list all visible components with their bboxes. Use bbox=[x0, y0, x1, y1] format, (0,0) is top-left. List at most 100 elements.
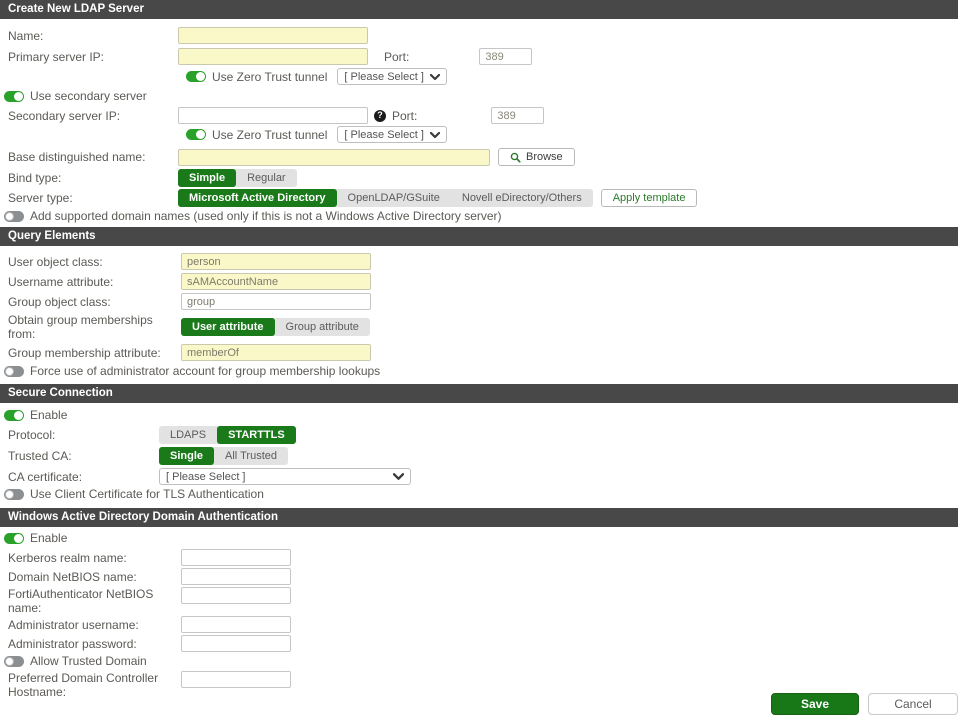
bind-type-label: Bind type: bbox=[8, 171, 62, 185]
bind-type-simple-button[interactable]: Simple bbox=[178, 169, 237, 187]
admin-password-input[interactable] bbox=[181, 635, 291, 652]
toggle-knob bbox=[5, 656, 14, 666]
secondary-server-ip-label: Secondary server IP: bbox=[8, 108, 121, 123]
allow-trusted-domain-label: Allow Trusted Domain bbox=[30, 654, 147, 668]
toggle-knob bbox=[14, 91, 23, 101]
name-label: Name: bbox=[8, 28, 44, 43]
trusted-ca-label: Trusted CA: bbox=[8, 449, 72, 463]
protocol-segment: LDAPS STARTTLS bbox=[159, 426, 296, 444]
admin-username-input[interactable] bbox=[181, 616, 291, 633]
secondary-port-input[interactable] bbox=[491, 107, 545, 124]
primary-zero-trust-label: Use Zero Trust tunnel bbox=[212, 69, 328, 84]
search-icon bbox=[510, 152, 521, 163]
force-admin-toggle[interactable] bbox=[4, 365, 24, 377]
obtain-user-attribute-button[interactable]: User attribute bbox=[181, 318, 275, 336]
add-domains-label: Add supported domain names (used only if… bbox=[30, 209, 502, 223]
primary-zero-trust-select-value: [ Please Select ] bbox=[344, 70, 424, 83]
protocol-label: Protocol: bbox=[8, 428, 56, 442]
chevron-down-icon bbox=[429, 131, 440, 139]
group-object-class-label: Group object class: bbox=[8, 294, 111, 309]
toggle-knob bbox=[196, 130, 205, 139]
user-object-class-input[interactable] bbox=[181, 253, 371, 270]
use-secondary-server-label: Use secondary server bbox=[30, 89, 147, 103]
group-object-class-input[interactable] bbox=[181, 293, 371, 310]
obtain-memberships-label: Obtain group memberships from: bbox=[8, 313, 153, 341]
apply-template-label: Apply template bbox=[612, 192, 686, 204]
use-secondary-server-toggle[interactable] bbox=[4, 90, 24, 102]
ca-certificate-select[interactable]: [ Please Select ] bbox=[159, 468, 411, 485]
group-membership-attr-input[interactable] bbox=[181, 344, 371, 361]
client-cert-toggle[interactable] bbox=[4, 488, 24, 500]
chevron-down-icon bbox=[429, 73, 440, 81]
server-type-label: Server type: bbox=[8, 191, 73, 205]
add-domains-toggle[interactable] bbox=[4, 210, 24, 222]
name-input[interactable] bbox=[178, 27, 368, 44]
secure-enable-label: Enable bbox=[30, 408, 68, 422]
bind-type-segment: Simple Regular bbox=[178, 169, 297, 187]
obtain-memberships-segment: User attribute Group attribute bbox=[181, 318, 370, 336]
base-dn-label: Base distinguished name: bbox=[8, 150, 146, 164]
save-button[interactable]: Save bbox=[771, 693, 859, 715]
username-attribute-label: Username attribute: bbox=[8, 274, 114, 289]
toggle-knob bbox=[14, 533, 23, 543]
user-object-class-label: User object class: bbox=[8, 254, 103, 269]
toggle-knob bbox=[5, 489, 14, 499]
server-type-novell-button[interactable]: Novell eDirectory/Others bbox=[451, 189, 593, 207]
secondary-port-label: Port: bbox=[392, 108, 418, 123]
trusted-ca-all-button[interactable]: All Trusted bbox=[214, 447, 288, 465]
secure-connection-header: Secure Connection bbox=[0, 384, 958, 403]
winad-header: Windows Active Directory Domain Authenti… bbox=[0, 508, 958, 527]
username-attribute-input[interactable] bbox=[181, 273, 371, 290]
help-icon[interactable]: ? bbox=[374, 109, 386, 122]
primary-zero-trust-toggle[interactable] bbox=[186, 71, 206, 82]
toggle-knob bbox=[14, 410, 23, 420]
ca-certificate-label: CA certificate: bbox=[8, 469, 83, 484]
domain-netbios-label: Domain NetBIOS name: bbox=[8, 569, 137, 584]
cancel-button[interactable]: Cancel bbox=[868, 693, 958, 715]
base-dn-input[interactable] bbox=[178, 148, 490, 166]
secondary-server-ip-input[interactable] bbox=[178, 107, 368, 124]
primary-port-input[interactable] bbox=[479, 48, 533, 65]
bind-type-regular-button[interactable]: Regular bbox=[236, 169, 297, 187]
winad-enable-toggle[interactable] bbox=[4, 532, 24, 544]
secondary-zero-trust-select[interactable]: [ Please Select ] bbox=[337, 126, 447, 143]
secondary-zero-trust-toggle[interactable] bbox=[186, 129, 206, 140]
trusted-ca-single-button[interactable]: Single bbox=[159, 447, 215, 465]
kerberos-realm-label: Kerberos realm name: bbox=[8, 550, 127, 565]
winad-enable-label: Enable bbox=[30, 531, 68, 545]
chevron-down-icon bbox=[393, 472, 404, 481]
allow-trusted-domain-toggle[interactable] bbox=[4, 655, 24, 667]
preferred-dc-input[interactable] bbox=[181, 671, 291, 688]
secure-enable-toggle[interactable] bbox=[4, 409, 24, 421]
trusted-ca-segment: Single All Trusted bbox=[159, 447, 288, 465]
toggle-knob bbox=[5, 211, 14, 221]
force-admin-label: Force use of administrator account for g… bbox=[30, 364, 381, 378]
toggle-knob bbox=[5, 366, 14, 376]
server-type-segment: Microsoft Active Directory OpenLDAP/GSui… bbox=[178, 189, 593, 207]
browse-button[interactable]: Browse bbox=[498, 148, 575, 166]
group-membership-attr-label: Group membership attribute: bbox=[8, 345, 161, 360]
primary-port-label: Port: bbox=[384, 49, 410, 64]
toggle-knob bbox=[196, 72, 205, 81]
query-elements-header: Query Elements bbox=[0, 227, 958, 246]
server-type-openldap-button[interactable]: OpenLDAP/GSuite bbox=[337, 189, 451, 207]
protocol-starttls-button[interactable]: STARTTLS bbox=[217, 426, 296, 444]
secondary-zero-trust-select-value: [ Please Select ] bbox=[344, 128, 424, 141]
client-cert-label: Use Client Certificate for TLS Authentic… bbox=[30, 487, 264, 501]
obtain-group-attribute-button[interactable]: Group attribute bbox=[275, 318, 370, 336]
domain-netbios-input[interactable] bbox=[181, 568, 291, 585]
server-type-msad-button[interactable]: Microsoft Active Directory bbox=[178, 189, 337, 207]
protocol-ldaps-button[interactable]: LDAPS bbox=[159, 426, 217, 444]
primary-zero-trust-select[interactable]: [ Please Select ] bbox=[337, 68, 447, 85]
footer-actions: Save Cancel bbox=[771, 693, 958, 715]
browse-button-label: Browse bbox=[526, 151, 563, 163]
primary-server-ip-input[interactable] bbox=[178, 48, 368, 65]
secondary-zero-trust-label: Use Zero Trust tunnel bbox=[212, 127, 328, 142]
admin-password-label: Administrator password: bbox=[8, 636, 137, 651]
kerberos-realm-input[interactable] bbox=[181, 549, 291, 566]
preferred-dc-label: Preferred Domain Controller Hostname: bbox=[8, 671, 159, 699]
fac-netbios-label: FortiAuthenticator NetBIOS name: bbox=[8, 587, 154, 615]
page-title: Create New LDAP Server bbox=[0, 0, 958, 19]
apply-template-button[interactable]: Apply template bbox=[600, 189, 698, 207]
fac-netbios-input[interactable] bbox=[181, 587, 291, 604]
